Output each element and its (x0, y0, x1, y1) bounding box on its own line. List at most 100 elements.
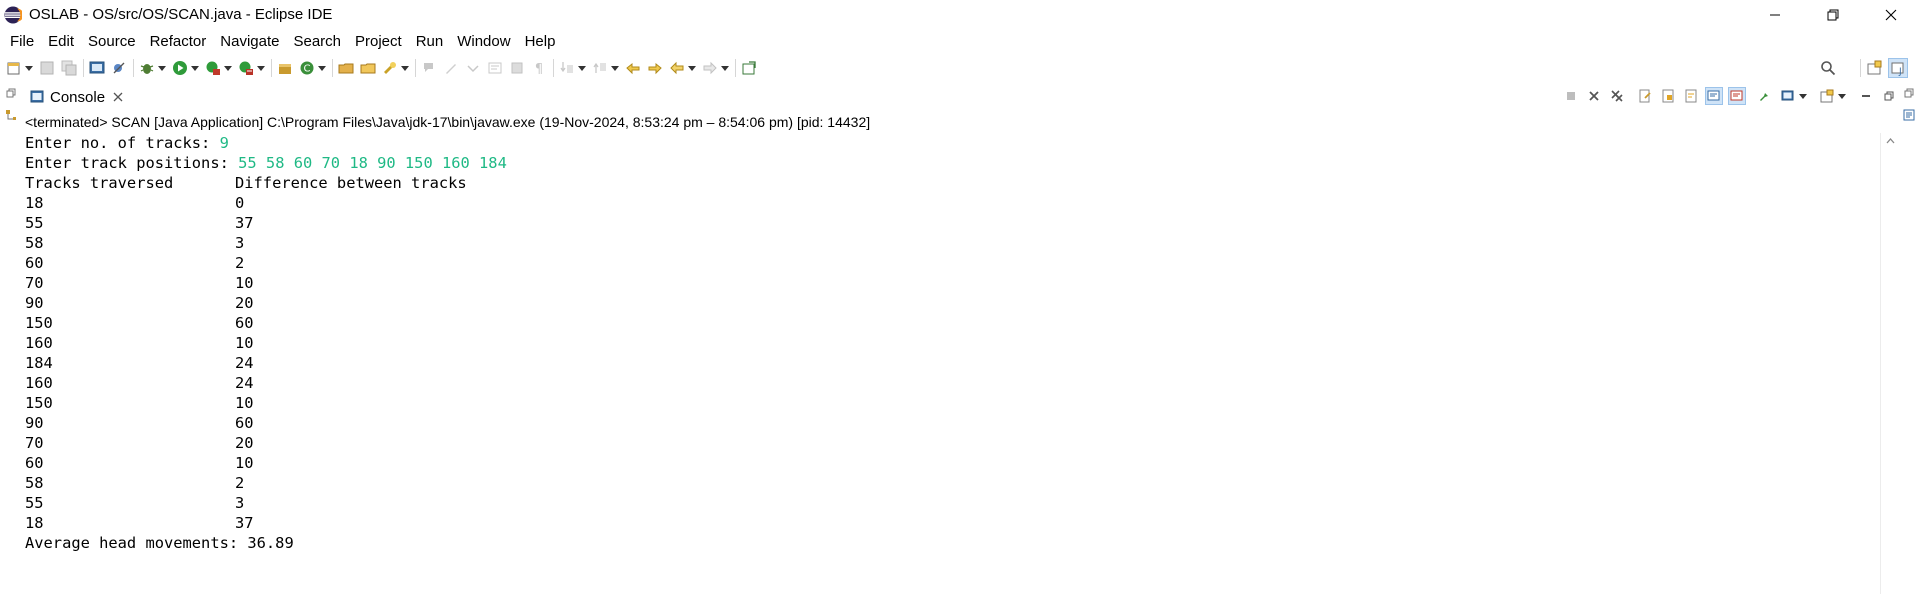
pin-editor-button[interactable] (741, 60, 757, 76)
next-annotation-dropdown[interactable] (578, 60, 586, 76)
clear-console-button[interactable] (1636, 87, 1654, 105)
debug-button[interactable] (139, 60, 155, 76)
back-button[interactable] (669, 60, 685, 76)
console-view-toolbar (1557, 84, 1898, 108)
new-dropdown[interactable] (25, 60, 33, 76)
menu-window[interactable]: Window (450, 29, 517, 54)
minimize-view-button[interactable] (1857, 87, 1875, 105)
new-java-package-button[interactable] (277, 60, 293, 76)
outline-button[interactable] (1898, 104, 1920, 126)
minimize-icon (1862, 95, 1870, 97)
menu-project[interactable]: Project (348, 29, 409, 54)
restore-view-button[interactable] (0, 82, 22, 104)
tab-console[interactable]: Console (24, 86, 130, 110)
new-button[interactable] (6, 60, 22, 76)
toggle-ant-mark-button[interactable] (421, 60, 437, 76)
previous-annotation-dropdown[interactable] (611, 60, 619, 76)
package-explorer-button[interactable] (0, 104, 22, 126)
external-tools-dropdown[interactable] (257, 60, 265, 76)
search-tool-button[interactable] (382, 60, 398, 76)
back-dropdown[interactable] (688, 60, 696, 76)
open-task-button[interactable] (360, 60, 376, 76)
menu-edit[interactable]: Edit (41, 29, 81, 54)
open-console-button[interactable] (1818, 87, 1836, 105)
track-cell: 184 (25, 354, 53, 372)
menu-navigate[interactable]: Navigate (213, 29, 286, 54)
open-perspective-button[interactable] (1866, 60, 1882, 76)
close-icon[interactable] (113, 92, 123, 102)
skip-breakpoints-button[interactable] (111, 60, 127, 76)
search-button[interactable] (1820, 60, 1836, 76)
remove-launch-button[interactable] (1585, 87, 1603, 105)
minimize-button[interactable] (1746, 0, 1804, 29)
toolbar-separator (332, 59, 333, 77)
search-icon (1821, 61, 1836, 76)
word-wrap-button[interactable] (487, 60, 503, 76)
coverage-button[interactable] (205, 60, 221, 76)
forward-dropdown[interactable] (721, 60, 729, 76)
table-row: 184 24 (25, 353, 1875, 373)
java-perspective-button[interactable]: J (1888, 58, 1908, 78)
terminal-button[interactable] (89, 60, 105, 76)
back-to-edit-button[interactable] (647, 60, 663, 76)
restore-view-button[interactable] (1898, 82, 1920, 104)
menu-help[interactable]: Help (518, 29, 563, 54)
new-java-class-dropdown[interactable] (318, 60, 326, 76)
display-selected-console-button[interactable] (1779, 87, 1797, 105)
show-whitespace-button[interactable] (509, 60, 525, 76)
difference-cell: 60 (235, 314, 254, 332)
show-console-on-stdout-button[interactable] (1705, 87, 1723, 105)
difference-cell: 10 (235, 274, 254, 292)
forward-button[interactable] (702, 60, 718, 76)
close-button[interactable] (1862, 0, 1920, 29)
menu-file[interactable]: File (3, 29, 41, 54)
scroll-lock-icon (1662, 89, 1674, 103)
previous-annotation-button[interactable] (592, 60, 608, 76)
package-icon (279, 64, 291, 74)
edit-nav-icon (648, 62, 662, 75)
run-dropdown[interactable] (191, 60, 199, 76)
terminate-button[interactable] (1562, 87, 1580, 105)
open-type-button[interactable] (338, 60, 354, 76)
scroll-lock-button[interactable] (1659, 87, 1677, 105)
save-button[interactable] (39, 60, 55, 76)
chevron-up-icon (1886, 138, 1894, 144)
word-wrap-toggle-button[interactable] (1682, 87, 1700, 105)
open-console-dropdown[interactable] (1838, 88, 1846, 104)
pin-icon (1760, 90, 1768, 101)
open-console-icon (1820, 89, 1834, 103)
display-console-dropdown[interactable] (1799, 88, 1807, 104)
menu-refactor[interactable]: Refactor (143, 29, 214, 54)
open-perspective-icon (1867, 60, 1882, 75)
close-icon (1885, 9, 1897, 20)
vertical-scrollbar[interactable] (1880, 133, 1898, 594)
coverage-dropdown[interactable] (224, 60, 232, 76)
menu-run[interactable]: Run (409, 29, 451, 54)
last-edit-location-button[interactable] (625, 60, 641, 76)
external-tools-button[interactable] (238, 60, 254, 76)
pin-console-button[interactable] (1756, 87, 1774, 105)
next-annotation-button[interactable] (559, 60, 575, 76)
table-header: Tracks traversed Difference between track… (25, 173, 1875, 193)
toggle-block-selection-button[interactable] (465, 60, 481, 76)
toolbar-separator (1860, 59, 1861, 77)
show-console-on-stderr-button[interactable] (1728, 87, 1746, 105)
search-tool-dropdown[interactable] (401, 60, 409, 76)
maximize-view-button[interactable] (1880, 87, 1898, 105)
pilcrow-button[interactable]: ¶ (531, 60, 547, 76)
menu-search[interactable]: Search (286, 29, 348, 54)
save-all-button[interactable] (61, 60, 77, 76)
remove-all-terminated-button[interactable] (1608, 87, 1626, 105)
highlight-button[interactable] (443, 60, 459, 76)
run-button[interactable] (172, 60, 188, 76)
track-cell: 90 (25, 294, 44, 312)
track-cell: 58 (25, 474, 44, 492)
menu-source[interactable]: Source (81, 29, 143, 54)
save-all-icon (61, 60, 77, 76)
console-output[interactable]: Enter no. of tracks: 9 Enter track posit… (25, 133, 1875, 553)
user-input: 9 (219, 134, 229, 152)
new-java-class-button[interactable]: C (299, 60, 315, 76)
restore-button[interactable] (1804, 0, 1862, 29)
debug-dropdown[interactable] (158, 60, 166, 76)
scroll-up-button[interactable] (1881, 133, 1899, 149)
